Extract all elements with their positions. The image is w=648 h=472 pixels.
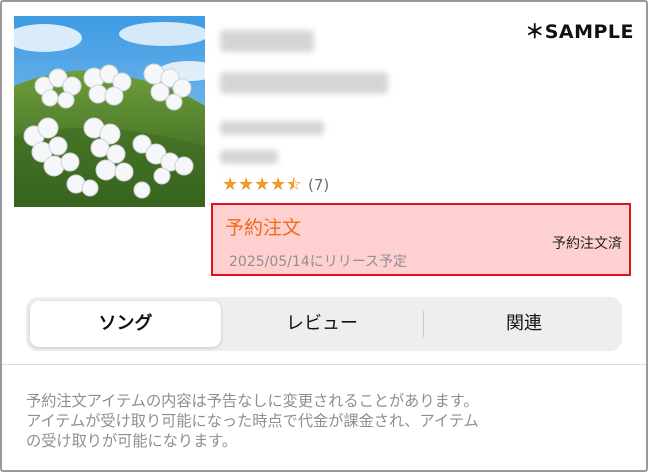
star-icon: ★ [222, 174, 239, 195]
rating-count: (7) [308, 176, 330, 194]
preorder-title: 予約注文 [225, 217, 302, 239]
sample-watermark: ＊SAMPLE [525, 21, 634, 43]
preorder-panel[interactable]: 予約注文 2025/05/14にリリース予定 予約注文済 [211, 203, 631, 276]
tab-divider [423, 311, 424, 337]
album-artwork-image [14, 16, 205, 207]
rating: ★ ★ ★ ★ ☆ ★ (7) [222, 175, 329, 195]
artist-name-redacted [220, 30, 314, 52]
tab-segmented-control: ソング レビュー 関連 [26, 297, 622, 351]
tab-related[interactable]: 関連 [426, 301, 622, 347]
disclaimer-line: の受け取りが可能になります。 [26, 432, 238, 450]
star-icon: ★ [270, 174, 287, 195]
star-icon: ★ [238, 174, 255, 195]
album-title-redacted[interactable] [220, 72, 388, 94]
disclaimer-line: アイテムが受け取り可能になった時点で代金が課金され、アイテム [26, 412, 479, 430]
section-divider [2, 364, 646, 365]
half-star-icon: ☆ ★ [286, 174, 303, 195]
app-frame: ＊SAMPLE ★ ★ ★ ★ ☆ (7) 予約注文 2025/05/14にリリ… [0, 0, 648, 472]
tab-songs[interactable]: ソング [30, 301, 221, 347]
tab-reviews[interactable]: レビュー [224, 301, 420, 347]
star-icon: ★ [254, 174, 271, 195]
release-date: 2025/05/14にリリース予定 [229, 254, 407, 270]
preorder-disclaimer: 予約注文アイテムの内容は予告なしに変更されることがあります。 アイテムが受け取り… [26, 391, 626, 451]
preorder-status: 予約注文済 [552, 236, 622, 252]
track-info-redacted [220, 150, 278, 164]
album-info-redacted [220, 121, 324, 135]
disclaimer-line: 予約注文アイテムの内容は予告なしに変更されることがあります。 [26, 392, 479, 410]
album-artwork[interactable] [14, 16, 205, 207]
